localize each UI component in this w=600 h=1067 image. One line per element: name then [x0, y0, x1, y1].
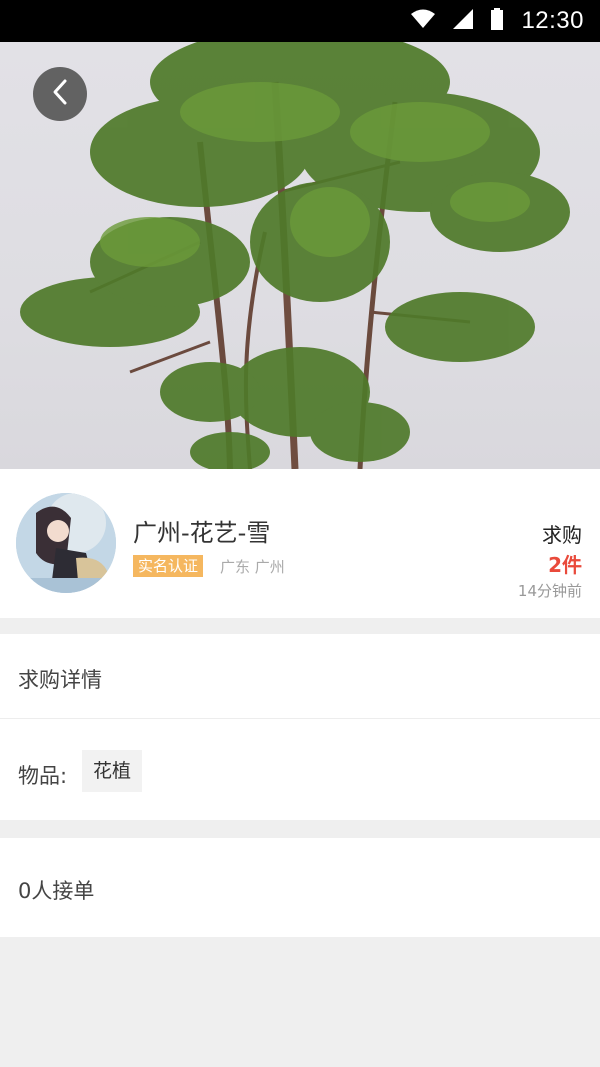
- request-time: 14分钟前: [517, 582, 582, 600]
- wifi-icon: [411, 9, 436, 33]
- chevron-left-icon: [51, 78, 69, 110]
- back-button[interactable]: [33, 67, 87, 121]
- detail-section-title: 求购详情: [18, 668, 102, 692]
- plant-photo: [0, 42, 600, 469]
- status-time: 12:30: [521, 7, 584, 34]
- avatar[interactable]: [16, 493, 116, 593]
- orders-card[interactable]: 0人接单: [0, 838, 600, 937]
- item-label: 物品:: [18, 764, 68, 788]
- verified-badge: 实名认证: [133, 555, 204, 577]
- request-detail-card: 求购详情 物品: 花植: [0, 634, 600, 820]
- orders-count-text: 0人接单: [18, 879, 95, 903]
- status-bar: 12:30: [0, 0, 600, 42]
- item-tag: 花植: [82, 750, 143, 792]
- requester-card: 广州-花艺-雪 实名认证 广东 广州 求购 2件 14分钟前: [0, 469, 600, 618]
- location-text: 广东 广州: [220, 558, 285, 576]
- request-type-label: 求购: [542, 523, 582, 547]
- battery-icon: [491, 8, 504, 34]
- plant-image: [20, 42, 570, 469]
- request-quantity: 2件: [548, 553, 582, 577]
- divider: [0, 718, 600, 719]
- signal-icon: [453, 9, 474, 33]
- username[interactable]: 广州-花艺-雪: [133, 513, 270, 548]
